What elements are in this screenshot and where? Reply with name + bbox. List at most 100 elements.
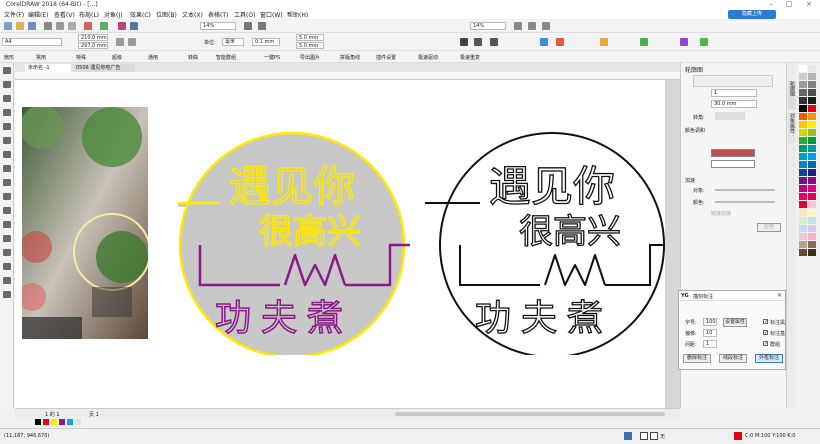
contour-steps-field[interactable]: 1 [711, 89, 757, 97]
palette-swatch[interactable] [808, 97, 816, 104]
apply-button[interactable]: 应用 [757, 223, 781, 232]
corner-buttons[interactable] [715, 112, 745, 120]
outline-color-swatch[interactable] [711, 149, 755, 157]
zoom-in-icon[interactable] [514, 22, 522, 30]
palette-swatch[interactable] [799, 129, 807, 136]
export-icon[interactable] [130, 22, 138, 30]
palette-swatch[interactable] [808, 153, 816, 160]
contour-offset-field[interactable]: 30.0 mm [711, 100, 757, 108]
menu-window[interactable]: 窗口(W) [260, 10, 283, 19]
drop-shadow-icon[interactable] [3, 235, 11, 242]
smart-fill-icon[interactable] [3, 291, 11, 298]
yg-plugin-icon[interactable] [460, 38, 468, 46]
polygon-tool-icon[interactable] [3, 179, 11, 186]
menu-help[interactable]: 帮助(H) [287, 10, 308, 19]
plugin-crop-marks-button[interactable]: 拼版角线 [340, 54, 360, 61]
palette-swatch[interactable] [808, 209, 816, 216]
offset-field[interactable]: 10 [703, 329, 717, 337]
group-checkbox[interactable]: ✓ [763, 341, 768, 347]
palette-swatch[interactable] [808, 113, 816, 120]
duplicate-x-field[interactable]: 5.0 mm [296, 34, 324, 41]
snap-icon[interactable] [258, 22, 266, 30]
color-accel-slider[interactable] [715, 201, 775, 203]
units-select[interactable]: 毫米 [222, 38, 244, 46]
palette-swatch[interactable] [808, 89, 816, 96]
fill-color-swatch[interactable] [711, 160, 755, 168]
close-button[interactable]: × [802, 0, 816, 9]
palette-swatch[interactable] [799, 177, 807, 184]
palette-swatch[interactable] [799, 217, 807, 224]
zoom-tool-icon[interactable] [3, 109, 11, 116]
eyedropper-icon[interactable] [3, 263, 11, 270]
palette-swatch[interactable] [808, 225, 816, 232]
palette-swatch[interactable] [799, 137, 807, 144]
pick-tool-icon[interactable] [3, 67, 11, 74]
font-size-field[interactable]: 100 [703, 318, 717, 326]
horizontal-scrollbar[interactable] [395, 412, 665, 416]
menu-bitmap[interactable]: 位图(B) [156, 10, 177, 19]
palette-swatch[interactable] [799, 185, 807, 192]
plugin-tool-icon[interactable] [680, 38, 688, 46]
plugin-special-button[interactable]: 特殊 [76, 54, 86, 61]
menu-object[interactable]: 对象(J) [104, 10, 122, 19]
zoom-out-icon[interactable] [528, 22, 536, 30]
palette-swatch[interactable] [799, 105, 807, 112]
palette-swatch[interactable] [808, 145, 816, 152]
plugin-fast-drive-button[interactable]: 极速驱动 [418, 54, 438, 61]
palette-swatch[interactable] [799, 201, 807, 208]
mark-base-checkbox[interactable]: ✓ [763, 330, 768, 336]
palette-swatch[interactable] [799, 193, 807, 200]
dialog-close-icon[interactable]: × [777, 292, 782, 299]
zoom-level-field-2[interactable]: 14% [470, 22, 506, 30]
plugin-export-image-button[interactable]: 导出图片 [300, 54, 320, 61]
palette-swatch[interactable] [799, 145, 807, 152]
link-accel-checkbox[interactable]: 链接加速 [711, 210, 731, 217]
plugin-tool-icon[interactable] [640, 38, 648, 46]
artistic-media-icon[interactable] [3, 137, 11, 144]
palette-swatch[interactable] [799, 209, 807, 216]
page-size-select[interactable]: A4 [2, 38, 62, 46]
redo-icon[interactable] [100, 22, 108, 30]
doc-swatch-purple[interactable] [59, 419, 65, 425]
palette-swatch[interactable] [808, 121, 816, 128]
menu-layout[interactable]: 布局(L) [79, 10, 99, 19]
menu-table[interactable]: 表格(T) [208, 10, 228, 19]
palette-swatch[interactable] [799, 249, 807, 256]
palette-swatch[interactable] [808, 217, 816, 224]
plugin-smart-group-button[interactable]: 智能群组 [216, 54, 236, 61]
outline-artwork[interactable]: 遇见你 很高兴 功夫煮 [420, 125, 675, 355]
tab-untitled[interactable]: 未命名 -1 [25, 64, 71, 72]
palette-swatch[interactable] [799, 169, 807, 176]
palette-swatch[interactable] [808, 73, 816, 80]
page-height-field[interactable]: 297.0 mm [78, 42, 108, 49]
doc-swatch-blue[interactable] [67, 419, 73, 425]
page-1-tab[interactable]: 页 1 [89, 411, 99, 418]
maximize-button[interactable]: □ [782, 0, 796, 9]
plugin-tool-icon[interactable] [556, 38, 564, 46]
plugin-tool-icon[interactable] [474, 38, 482, 46]
plugin-tool-icon[interactable] [700, 38, 708, 46]
object-accel-slider[interactable] [715, 189, 775, 191]
palette-swatch[interactable] [808, 65, 816, 72]
parallel-dimension-icon[interactable] [3, 207, 11, 214]
palette-swatch[interactable] [808, 137, 816, 144]
plugin-ps-button[interactable]: 一键PS [264, 54, 280, 61]
shape-tool-icon[interactable] [3, 81, 11, 88]
horizontal-ruler[interactable] [15, 72, 680, 80]
crop-tool-icon[interactable] [3, 95, 11, 102]
palette-swatch[interactable] [799, 161, 807, 168]
colored-artwork[interactable]: 遇见你 很高兴 功夫煮 [160, 125, 420, 355]
menu-file[interactable]: 文件(F) [4, 10, 24, 19]
undo-icon[interactable] [84, 22, 92, 30]
plugin-general-button[interactable]: 通用 [148, 54, 158, 61]
frame-marks-button[interactable]: 外框标注 [755, 354, 783, 363]
plugin-super-button[interactable]: 超级 [112, 54, 122, 61]
set-properties-button[interactable]: 设置属性 [723, 318, 747, 327]
palette-swatch[interactable] [808, 105, 816, 112]
plugin-fan-button[interactable]: 扇形 [4, 54, 14, 61]
palette-swatch[interactable] [799, 113, 807, 120]
dialog-titlebar[interactable]: YG 描刻标注 × [679, 291, 785, 301]
cut-icon[interactable] [44, 22, 52, 30]
palette-swatch[interactable] [808, 241, 816, 248]
landscape-icon[interactable] [128, 38, 136, 46]
